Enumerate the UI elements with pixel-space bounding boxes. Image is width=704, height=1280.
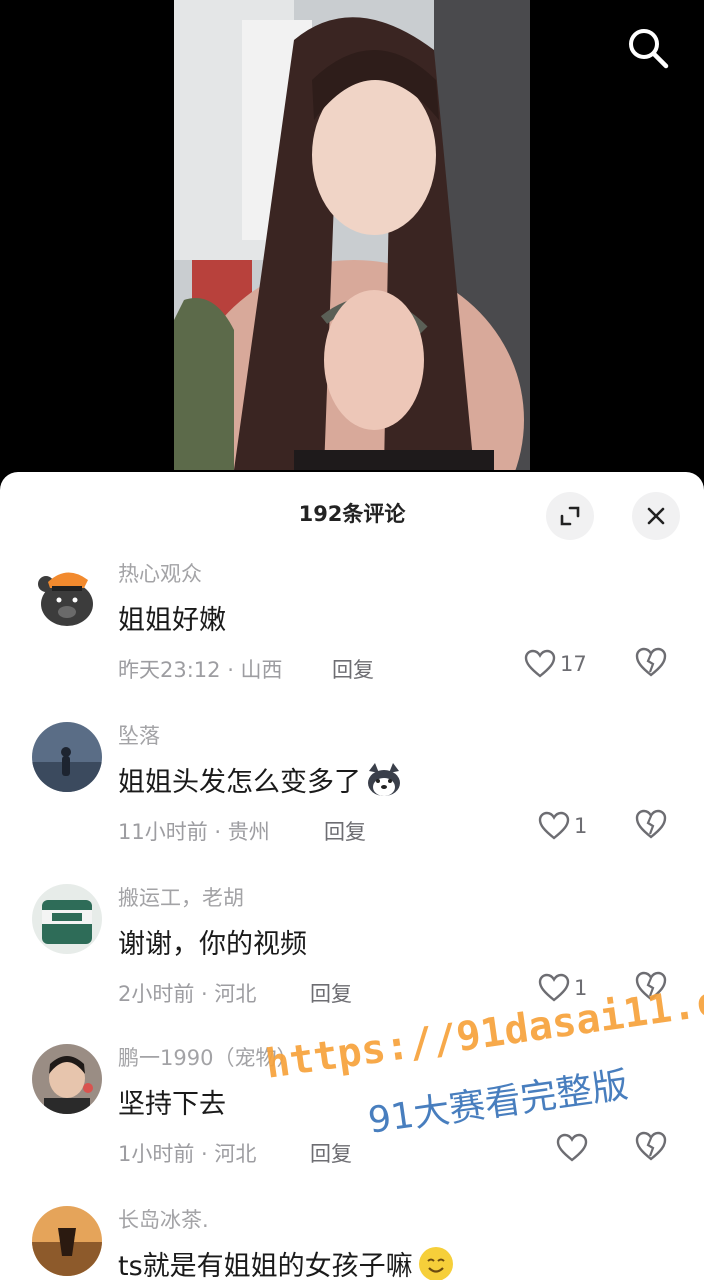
- comment-text: 姐姐好嫩: [118, 598, 226, 637]
- heart-icon: [524, 649, 556, 678]
- like-count: 1: [574, 814, 588, 838]
- comment-text: 姐姐头发怎么变多了: [118, 760, 403, 799]
- broken-heart-icon: [635, 809, 667, 839]
- cartoon-bear-avatar: [32, 560, 102, 630]
- comment-text-content: 谢谢，你的视频: [118, 929, 307, 960]
- like-button[interactable]: [556, 1130, 588, 1166]
- husky-emoji-icon: [368, 762, 400, 796]
- sunset-silhouette-avatar: [32, 1206, 102, 1276]
- comment-item: 坠落 姐姐头发怎么变多了 11小时前 · 贵州 回复 1: [0, 710, 704, 860]
- like-count: 17: [560, 652, 587, 676]
- dislike-button[interactable]: [634, 1130, 668, 1166]
- comment-text-content: 姐姐头发怎么变多了: [118, 767, 361, 798]
- broken-heart-icon: [635, 1131, 667, 1161]
- comment-text: 坚持下去: [118, 1082, 226, 1121]
- comment-text: ts就是有姐姐的女孩子嘛: [118, 1244, 455, 1280]
- comment-username[interactable]: 坠落: [118, 720, 160, 750]
- search-icon: [629, 29, 669, 69]
- broken-heart-icon: [635, 647, 667, 677]
- video-still: [174, 0, 530, 470]
- comment-text-content: 姐姐好嫩: [118, 605, 226, 636]
- dislike-button[interactable]: [634, 646, 668, 682]
- video-player[interactable]: [0, 0, 704, 480]
- reply-button[interactable]: 回复: [310, 978, 352, 1008]
- comment-item: 长岛冰茶. ts就是有姐姐的女孩子嘛: [0, 1194, 704, 1280]
- child-photo-avatar: [32, 1044, 102, 1114]
- comment-item: 热心观众 姐姐好嫩 昨天23:12 · 山西 回复 17: [0, 548, 704, 698]
- heart-icon: [556, 1133, 588, 1162]
- comment-text: 谢谢，你的视频: [118, 922, 307, 961]
- comment-text-content: ts就是有姐姐的女孩子嘛: [118, 1251, 413, 1280]
- avatar[interactable]: [32, 884, 102, 954]
- reply-button[interactable]: 回复: [324, 816, 366, 846]
- close-button[interactable]: [632, 492, 680, 540]
- reply-button[interactable]: 回复: [332, 654, 374, 684]
- comment-username[interactable]: 长岛冰茶.: [118, 1204, 209, 1234]
- expand-icon: [560, 506, 580, 526]
- avatar[interactable]: [32, 722, 102, 792]
- expand-button[interactable]: [546, 492, 594, 540]
- comment-username[interactable]: 热心观众: [118, 558, 202, 588]
- comment-meta: 11小时前 · 贵州: [118, 820, 270, 844]
- dislike-button[interactable]: [634, 808, 668, 844]
- comment-meta: 昨天23:12 · 山西: [118, 658, 283, 682]
- reply-button[interactable]: 回复: [310, 1138, 352, 1168]
- close-icon: [647, 507, 665, 525]
- heart-icon: [538, 973, 570, 1002]
- smile-emoji-icon: [418, 1246, 453, 1280]
- avatar[interactable]: [32, 1044, 102, 1114]
- avatar[interactable]: [32, 1206, 102, 1276]
- silhouette-avatar: [32, 722, 102, 792]
- comment-meta: 2小时前 · 河北: [118, 982, 257, 1006]
- video-frame[interactable]: [174, 0, 530, 470]
- comment-meta: 1小时前 · 河北: [118, 1142, 257, 1166]
- like-button[interactable]: 1: [538, 808, 587, 844]
- heart-icon: [538, 811, 570, 840]
- comment-text-content: 坚持下去: [118, 1089, 226, 1120]
- comments-header: 192条评论: [0, 472, 704, 556]
- comment-username[interactable]: 搬运工，老胡: [118, 882, 244, 912]
- comment-count-title: 192条评论: [298, 502, 406, 526]
- search-button[interactable]: [624, 24, 672, 72]
- like-button[interactable]: 17: [524, 646, 587, 682]
- comments-sheet: 192条评论 热心观众 姐姐好嫩 昨天23:12 · 山西 回复 17 坠落 姐…: [0, 472, 704, 1280]
- avatar[interactable]: [32, 560, 102, 630]
- paint-bucket-avatar: [32, 884, 102, 954]
